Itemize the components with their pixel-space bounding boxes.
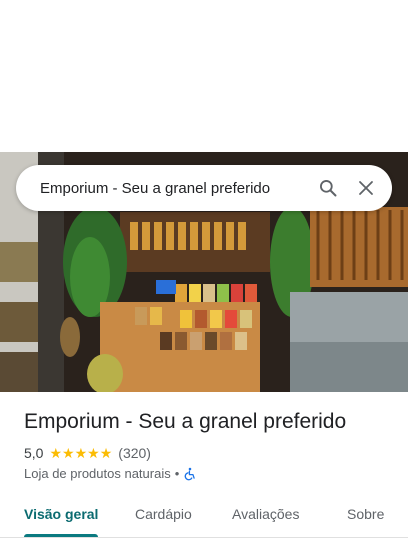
tabs-divider [0,537,408,538]
tab-avaliacoes[interactable]: Avaliações [232,504,299,544]
separator-dot: • [174,466,180,481]
place-title: Emporium - Seu a granel preferido [24,410,347,433]
wheelchair-icon [183,467,197,481]
place-category: Loja de produtos naturais [24,466,171,481]
star-icon: ★ [62,445,75,461]
tab-cardapio[interactable]: Cardápio [135,504,192,544]
star-icon: ★ [87,445,100,461]
tab-sobre[interactable]: Sobre [347,504,384,544]
rating-row[interactable]: 5,0 ★ ★ ★ ★ ★ (320) [24,445,151,461]
star-icon: ★ [74,445,88,461]
star-icon: ★ [99,445,113,461]
search-input[interactable]: Emporium - Seu a granel preferido [40,180,302,197]
review-count[interactable]: (320) [118,445,151,461]
category-row: Loja de produtos naturais • [24,466,197,481]
map-area-blank [0,0,408,152]
rating-stars: ★ ★ ★ ★ ★ [49,446,112,460]
search-bar[interactable]: Emporium - Seu a granel preferido [16,165,392,211]
tab-visao-geral[interactable]: Visão geral [24,504,98,544]
rating-value: 5,0 [24,445,44,461]
close-icon[interactable] [354,176,378,200]
star-icon: ★ [49,445,63,461]
search-icon[interactable] [316,176,340,200]
place-tabs: Visão geral Cardápio Avaliações Sobre [0,504,408,544]
place-info-panel: Emporium - Seu a granel preferido 5,0 ★ … [0,392,408,544]
